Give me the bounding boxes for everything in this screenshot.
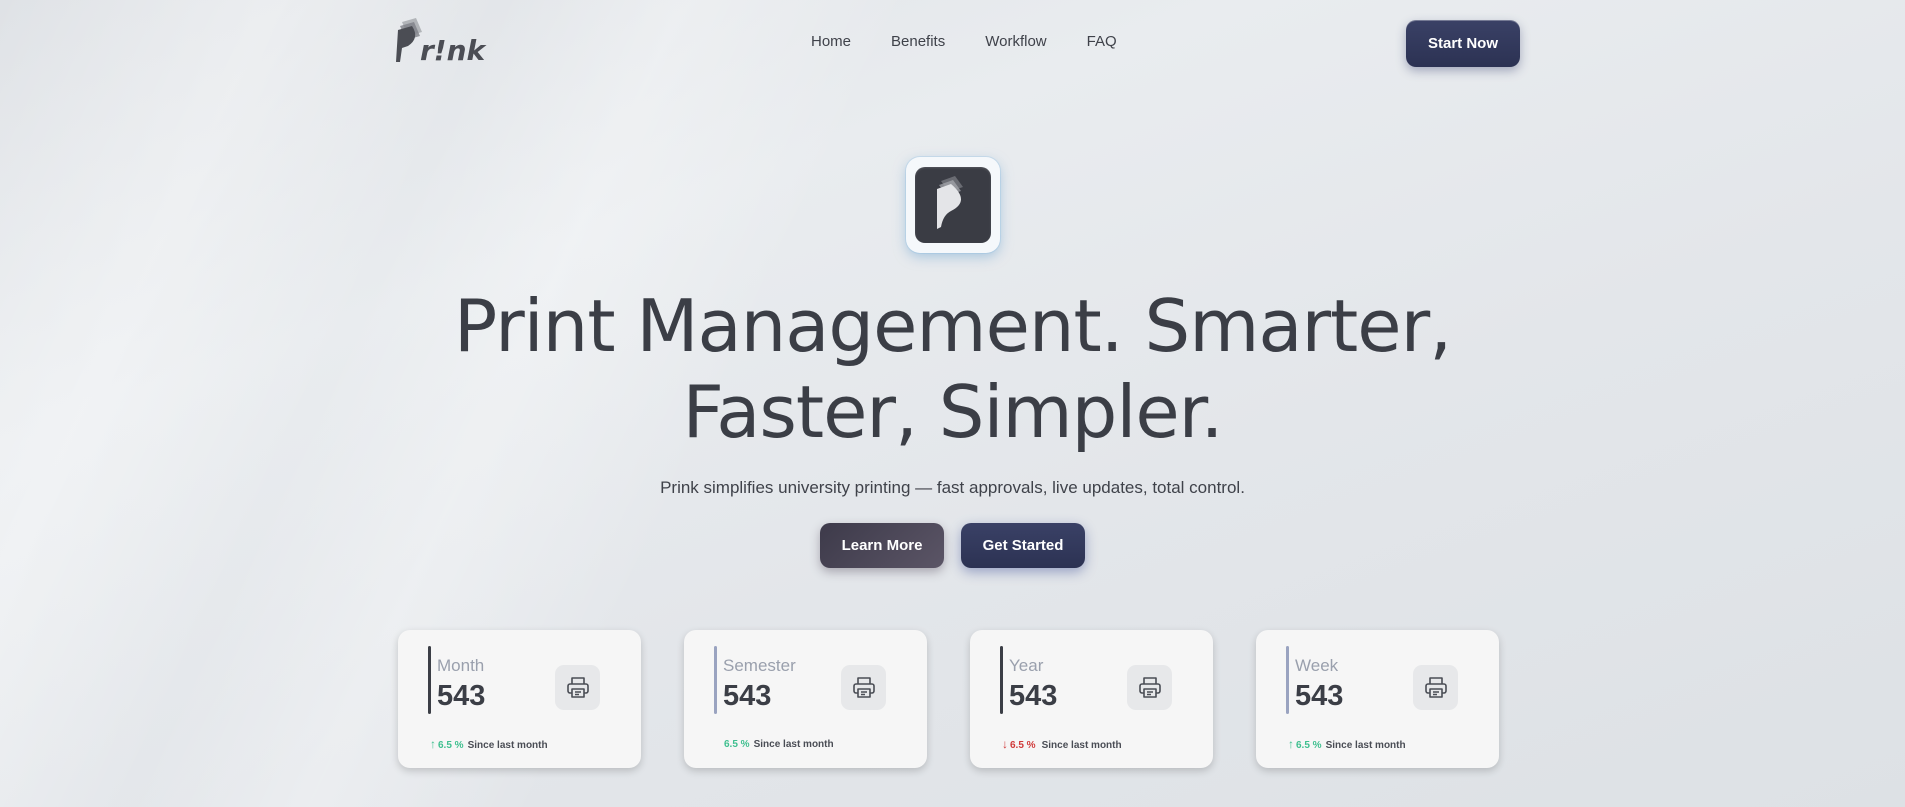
stat-change-percent: 6.5 % — [438, 740, 464, 751]
top-nav: r!nk Home Benefits Workflow FAQ Start No… — [0, 0, 1905, 86]
brand-logo[interactable]: r!nk — [396, 16, 486, 67]
hero-cta-row: Learn More Get Started — [820, 523, 1085, 568]
stat-card-week: Week 543 ↑ 6.5 % Since last month — [1256, 630, 1499, 768]
stat-card-year: Year 543 ↓ 6.5 % Since last month — [970, 630, 1213, 768]
printer-icon-box — [841, 665, 886, 710]
get-started-button[interactable]: Get Started — [961, 523, 1085, 568]
nav-links: Home Benefits Workflow FAQ — [811, 33, 1117, 50]
card-accent-bar — [1000, 646, 1003, 714]
logo-wordmark: r!nk — [420, 34, 486, 67]
nav-link-benefits[interactable]: Benefits — [891, 33, 945, 50]
app-icon-tile — [915, 167, 991, 243]
stat-change: ↓ 6.5 % Since last month — [1002, 737, 1122, 751]
stat-change-percent: 6.5 % — [724, 739, 750, 750]
headline-line-2: Faster, Simpler. — [682, 370, 1223, 454]
nav-link-faq[interactable]: FAQ — [1087, 33, 1117, 50]
start-now-button[interactable]: Start Now — [1406, 20, 1520, 67]
hero-subtitle: Prink simplifies university printing — f… — [660, 478, 1245, 497]
stat-change: ↑ 6.5 % Since last month — [430, 737, 548, 751]
hero-headline: Print Management. Smarter, Faster, Simpl… — [0, 283, 1905, 455]
printer-icon-box — [1413, 665, 1458, 710]
arrow-up-icon: ↑ — [1288, 737, 1294, 751]
stats-cards: Month 543 ↑ 6.5 % Since last month Semes… — [398, 630, 1502, 768]
stat-value: 543 — [437, 680, 486, 712]
stat-change-period: Since last month — [1325, 740, 1406, 751]
nav-link-home[interactable]: Home — [811, 33, 851, 50]
logo-mark-icon — [937, 176, 963, 229]
card-accent-bar — [714, 646, 717, 714]
stat-change-percent: 6.5 % — [1010, 740, 1036, 751]
stat-label: Week — [1295, 656, 1339, 675]
stat-label: Semester — [723, 656, 796, 675]
printer-icon — [853, 677, 875, 698]
stat-label: Year — [1009, 656, 1044, 675]
stat-change-period: Since last month — [1041, 740, 1122, 751]
headline-line-1: Print Management. Smarter, — [453, 284, 1452, 368]
stat-value: 543 — [723, 680, 772, 712]
arrow-down-icon: ↓ — [1002, 737, 1008, 751]
card-accent-bar — [428, 646, 431, 714]
stat-change: ↑ 6.5 % Since last month — [1288, 737, 1406, 751]
printer-icon — [567, 677, 589, 698]
stat-value: 543 — [1295, 680, 1344, 712]
printer-icon-box — [1127, 665, 1172, 710]
nav-link-workflow[interactable]: Workflow — [985, 33, 1046, 50]
stat-label: Month — [437, 656, 485, 675]
stat-card-semester: Semester 543 6.5 % Since last month — [684, 630, 927, 768]
learn-more-button[interactable]: Learn More — [820, 523, 944, 568]
stat-change-percent: 6.5 % — [1296, 740, 1322, 751]
stat-card-month: Month 543 ↑ 6.5 % Since last month — [398, 630, 641, 768]
stat-change-period: Since last month — [467, 740, 548, 751]
stat-change: 6.5 % Since last month — [724, 739, 834, 750]
printer-icon — [1425, 677, 1447, 698]
hero-app-icon — [906, 157, 1000, 253]
printer-icon-box — [555, 665, 600, 710]
stat-value: 543 — [1009, 680, 1058, 712]
printer-icon — [1139, 677, 1161, 698]
card-accent-bar — [1286, 646, 1289, 714]
arrow-up-icon: ↑ — [430, 737, 436, 751]
stat-change-period: Since last month — [753, 739, 834, 750]
